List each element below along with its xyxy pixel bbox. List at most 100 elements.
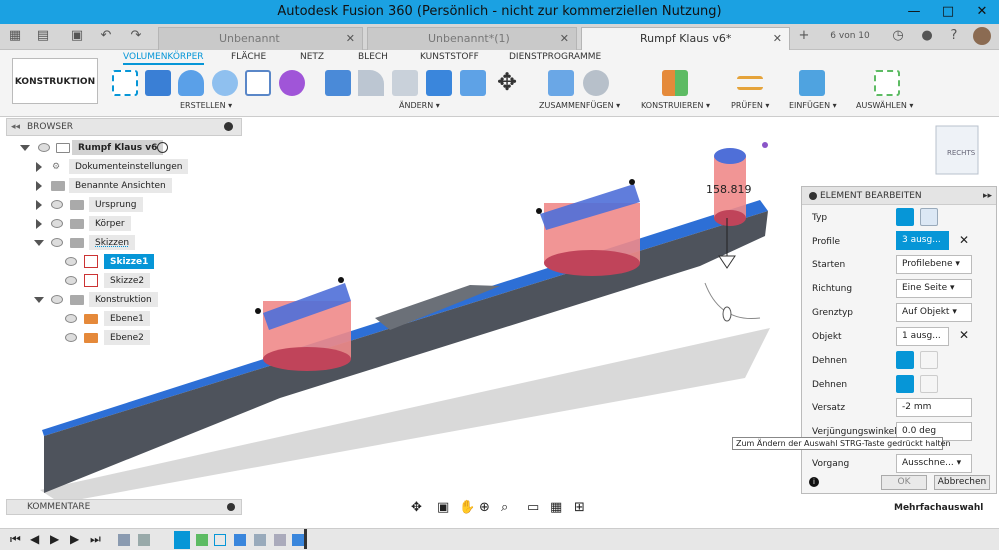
- job-counter[interactable]: 6 von 10: [822, 27, 878, 45]
- visibility-icon[interactable]: [65, 257, 77, 266]
- browser-item-ebene1[interactable]: Ebene1: [0, 311, 240, 327]
- clear-profile-icon[interactable]: ✕: [959, 233, 969, 247]
- pan-icon[interactable]: ✋: [459, 500, 475, 515]
- zoom-window-icon[interactable]: ⌕: [501, 500, 508, 515]
- timeline-feature-icon[interactable]: [234, 534, 246, 546]
- object-selection[interactable]: 1 ausg...: [896, 327, 949, 346]
- look-at-icon[interactable]: ▣: [437, 500, 449, 515]
- apps-grid-icon[interactable]: ▦: [6, 27, 24, 45]
- file-icon[interactable]: ▤: [34, 27, 52, 45]
- group-aendern[interactable]: ÄNDERN ▾: [399, 101, 440, 110]
- browser-item-skizze1[interactable]: Skizze1: [0, 254, 240, 270]
- group-erstellen[interactable]: ERSTELLEN ▾: [180, 101, 232, 110]
- close-tab-icon[interactable]: ✕: [560, 28, 569, 50]
- viewports-icon[interactable]: ⊞: [574, 500, 585, 515]
- panel-options-icon[interactable]: [809, 192, 817, 200]
- tab-blech[interactable]: BLECH: [358, 52, 388, 62]
- save-icon[interactable]: ▣: [68, 27, 86, 45]
- visibility-icon[interactable]: [65, 314, 77, 323]
- browser-item-skizze2[interactable]: Skizze2: [0, 273, 240, 289]
- step-back-icon[interactable]: ◀: [30, 532, 39, 546]
- tab-unbenannt-1[interactable]: Unbenannt*(1) ✕: [367, 27, 577, 50]
- timeline-feature-icon[interactable]: [138, 534, 150, 546]
- revolve-icon[interactable]: [178, 70, 204, 96]
- expand-icon[interactable]: [36, 200, 42, 210]
- browser-item-skizzen[interactable]: Skizzen: [0, 235, 240, 251]
- visibility-icon[interactable]: [65, 276, 77, 285]
- panel-header[interactable]: ELEMENT BEARBEITEN ▸▸: [802, 187, 996, 205]
- timeline-marker[interactable]: [304, 529, 307, 549]
- tab-volumenkoerper[interactable]: VOLUMENKÖRPER: [123, 52, 204, 65]
- expand-icon[interactable]: [36, 219, 42, 229]
- sketch-point[interactable]: [762, 142, 768, 148]
- browser-item-ebene2[interactable]: Ebene2: [0, 330, 240, 346]
- avatar[interactable]: [973, 27, 991, 45]
- select-icon[interactable]: [874, 70, 900, 96]
- timeline-feature-icon[interactable]: [274, 534, 286, 546]
- group-pruefen[interactable]: PRÜFEN ▾: [731, 101, 769, 110]
- workspace-selector[interactable]: KONSTRUKTION ▾: [12, 58, 98, 133]
- group-zusammenfuegen[interactable]: ZUSAMMENFÜGEN ▾: [539, 101, 620, 110]
- close-tab-icon[interactable]: ✕: [346, 28, 355, 50]
- visibility-icon[interactable]: [65, 333, 77, 342]
- cancel-button[interactable]: Abbrechen: [934, 475, 990, 490]
- type-solid-button[interactable]: [896, 208, 914, 226]
- tab-unbenannt[interactable]: Unbenannt ✕: [158, 27, 363, 50]
- offset-input[interactable]: -2 mm: [896, 398, 972, 417]
- browser-item-koerper[interactable]: Körper: [0, 216, 240, 232]
- browser-item-konstruktion[interactable]: Konstruktion: [0, 292, 240, 308]
- step-forward-icon[interactable]: ▶: [70, 532, 79, 546]
- sketch-point[interactable]: [536, 208, 542, 214]
- press-pull-icon[interactable]: [325, 70, 351, 96]
- timeline-feature-icon[interactable]: [254, 534, 266, 546]
- close-window-button[interactable]: ✕: [965, 0, 999, 24]
- form-icon[interactable]: [279, 70, 305, 96]
- profile-selection[interactable]: 3 ausg...: [896, 231, 949, 250]
- extend-option-4-button[interactable]: [920, 375, 938, 393]
- extent-type-dropdown[interactable]: Auf Objekt ▾: [896, 303, 972, 322]
- extend-option-3-button[interactable]: [896, 375, 914, 393]
- visibility-icon[interactable]: [51, 238, 63, 247]
- visibility-icon[interactable]: [38, 143, 50, 152]
- tab-flaeche[interactable]: FLÄCHE: [231, 52, 266, 62]
- timeline-feature-icon[interactable]: [118, 534, 130, 546]
- joint-icon[interactable]: [583, 70, 609, 96]
- expand-icon[interactable]: [36, 162, 42, 172]
- group-einfuegen[interactable]: EINFÜGEN ▾: [789, 101, 837, 110]
- browser-item-benannte-ansichten[interactable]: Benannte Ansichten: [0, 178, 240, 194]
- shell-icon[interactable]: [426, 70, 452, 96]
- info-icon[interactable]: i: [809, 477, 819, 487]
- grid-settings-icon[interactable]: ▦: [550, 500, 562, 515]
- extend-option-1-button[interactable]: [896, 351, 914, 369]
- visibility-icon[interactable]: [51, 200, 63, 209]
- browser-header[interactable]: ◂◂ BROWSER: [6, 118, 242, 136]
- measure-icon[interactable]: [737, 76, 763, 90]
- expand-icon[interactable]: [34, 240, 44, 246]
- orbit-icon[interactable]: ✥: [411, 500, 422, 515]
- notification-icon[interactable]: ●: [918, 27, 936, 45]
- display-settings-icon[interactable]: ▭: [527, 500, 539, 515]
- collapse-browser-icon[interactable]: ◂◂: [11, 119, 20, 135]
- sketch-point[interactable]: [255, 308, 261, 314]
- fillet-icon[interactable]: [358, 70, 384, 96]
- timeline-feature-active[interactable]: [174, 531, 190, 549]
- extend-option-2-button[interactable]: [920, 351, 938, 369]
- operation-dropdown[interactable]: Ausschne... ▾: [896, 454, 972, 473]
- visibility-icon[interactable]: [51, 295, 63, 304]
- activate-icon[interactable]: [157, 142, 168, 153]
- sketch-point[interactable]: [629, 179, 635, 185]
- start-dropdown[interactable]: Profilebene ▾: [896, 255, 972, 274]
- insert-image-icon[interactable]: [799, 70, 825, 96]
- visibility-icon[interactable]: [51, 219, 63, 228]
- type-thin-button[interactable]: [920, 208, 938, 226]
- tab-kunststoff[interactable]: KUNSTSTOFF: [420, 52, 479, 62]
- browser-item-root[interactable]: Rumpf Klaus v6: [0, 140, 240, 156]
- redo-icon[interactable]: ↷: [127, 27, 145, 45]
- expand-panel-icon[interactable]: ▸▸: [983, 187, 992, 205]
- browser-options-icon[interactable]: [224, 122, 233, 131]
- zoom-icon[interactable]: ⊕: [479, 500, 490, 515]
- go-to-end-icon[interactable]: ⏭: [90, 532, 101, 547]
- new-tab-icon[interactable]: +: [795, 27, 813, 45]
- create-sketch-icon[interactable]: [112, 70, 138, 96]
- group-auswaehlen[interactable]: AUSWÄHLEN ▾: [856, 101, 913, 110]
